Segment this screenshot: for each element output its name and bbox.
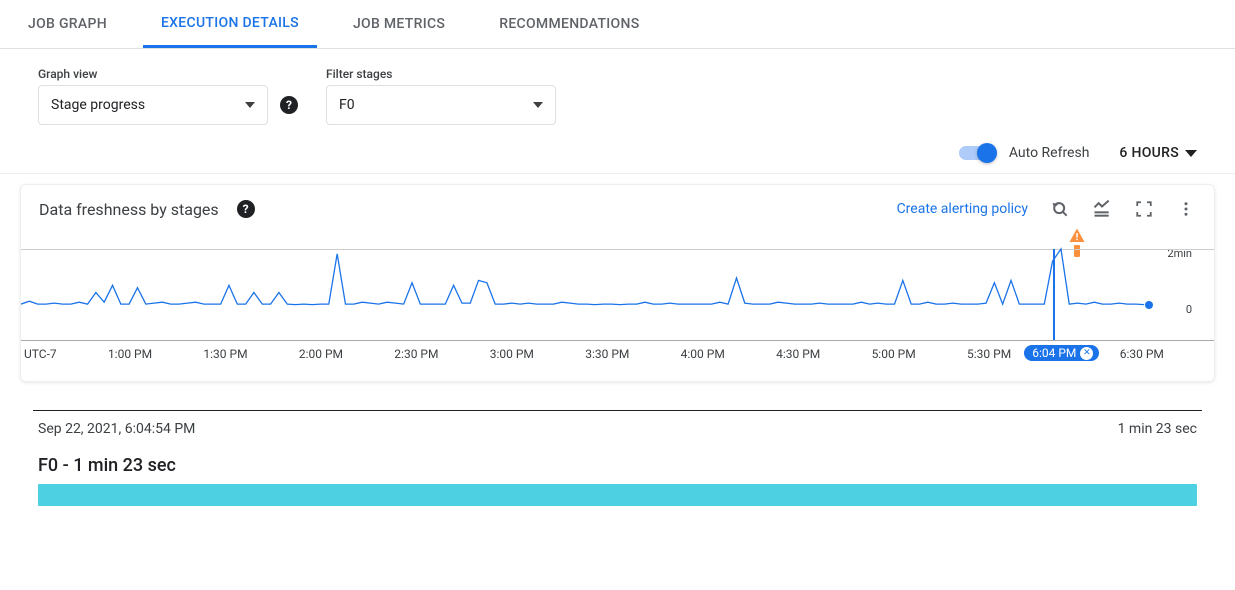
x-tick: 4:00 PM (681, 347, 725, 361)
x-tick: 6:30 PM (1120, 347, 1164, 361)
detail-duration: 1 min 23 sec (1118, 421, 1197, 437)
tab-execution-details[interactable]: EXECUTION DETAILS (143, 1, 317, 48)
x-tick: 3:30 PM (585, 347, 629, 361)
x-tick: UTC-7 (24, 347, 57, 361)
detail-timestamp: Sep 22, 2021, 6:04:54 PM (38, 421, 195, 437)
x-tick: 5:30 PM (967, 347, 1011, 361)
time-range-value: 6 HOURS (1119, 145, 1179, 161)
series-end-dot (1145, 301, 1153, 309)
stage-title: F0 - 1 min 23 sec (38, 455, 1197, 476)
chevron-down-icon (245, 102, 255, 108)
x-tick: 3:00 PM (490, 347, 534, 361)
x-axis (21, 340, 1214, 341)
tab-job-graph[interactable]: JOB GRAPH (10, 2, 125, 46)
graph-view-select[interactable]: Stage progress (38, 85, 268, 125)
tab-bar: JOB GRAPH EXECUTION DETAILS JOB METRICS … (0, 0, 1235, 49)
filter-stages-value: F0 (339, 97, 355, 113)
filter-row: Graph view Stage progress ? Filter stage… (0, 49, 1235, 135)
chevron-down-icon (1185, 150, 1197, 157)
close-icon[interactable]: ✕ (1080, 347, 1093, 360)
selected-time: 6:04 PM (1032, 346, 1076, 360)
auto-refresh-toggle[interactable] (959, 146, 995, 160)
tab-job-metrics[interactable]: JOB METRICS (335, 2, 463, 46)
controls-row: Auto Refresh 6 HOURS (0, 135, 1235, 174)
stage-detail: Sep 22, 2021, 6:04:54 PM 1 min 23 sec F0… (38, 410, 1197, 506)
legend-icon[interactable] (1092, 199, 1112, 219)
filter-stages-label: Filter stages (326, 67, 556, 81)
auto-refresh-label: Auto Refresh (1009, 145, 1090, 161)
graph-view-label: Graph view (38, 67, 298, 81)
graph-view-value: Stage progress (51, 97, 145, 113)
tab-recommendations[interactable]: RECOMMENDATIONS (481, 2, 657, 46)
line-chart (21, 245, 1214, 309)
detail-rule (33, 410, 1202, 411)
create-alert-link[interactable]: Create alerting policy (897, 201, 1028, 217)
x-tick: 5:00 PM (872, 347, 916, 361)
x-tick: 2:30 PM (394, 347, 438, 361)
x-tick: 1:00 PM (108, 347, 152, 361)
chart-area[interactable]: 2min 0 UTC-71:00 PM1:30 PM2:00 PM2:30 PM… (21, 245, 1214, 375)
reset-zoom-icon[interactable] (1050, 199, 1070, 219)
help-icon[interactable]: ? (280, 96, 298, 114)
x-tick: 4:30 PM (776, 347, 820, 361)
filter-stages-select[interactable]: F0 (326, 85, 556, 125)
stage-progress-bar (38, 484, 1197, 506)
x-tick: 2:00 PM (299, 347, 343, 361)
time-range-picker[interactable]: 6 HOURS (1119, 145, 1197, 161)
x-tick: 1:30 PM (203, 347, 247, 361)
chart-card: Data freshness by stages ? Create alerti… (20, 184, 1215, 382)
help-icon[interactable]: ? (237, 200, 255, 218)
chart-title: Data freshness by stages (39, 200, 219, 219)
fullscreen-icon[interactable] (1134, 199, 1154, 219)
more-icon[interactable] (1176, 199, 1196, 219)
chevron-down-icon (533, 102, 543, 108)
selected-time-badge[interactable]: 6:04 PM ✕ (1024, 345, 1099, 361)
